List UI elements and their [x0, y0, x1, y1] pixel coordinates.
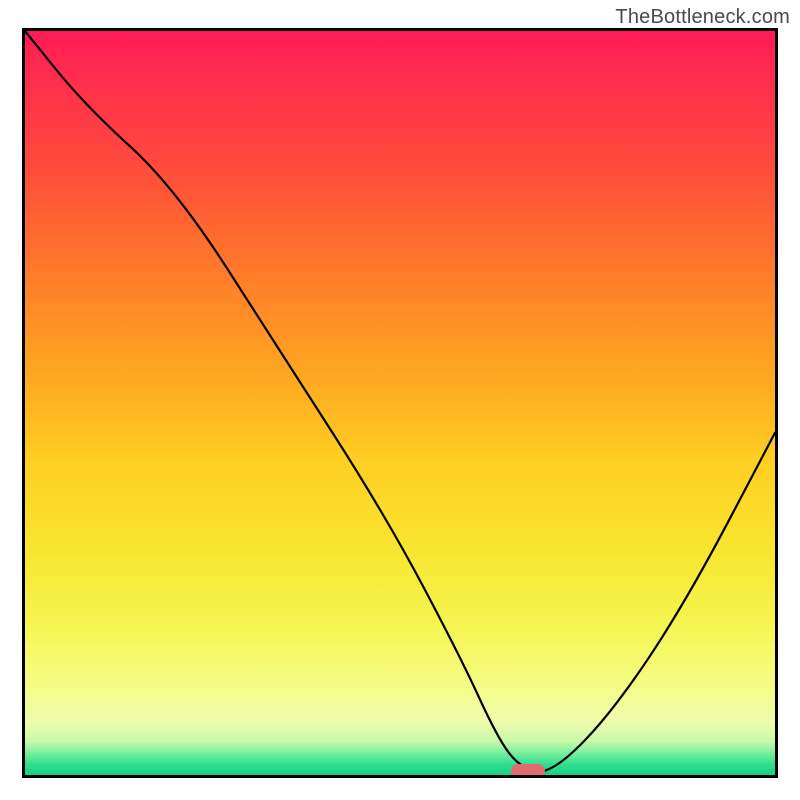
bottleneck-curve — [25, 31, 775, 772]
chart-curve-svg — [25, 31, 775, 775]
optimum-marker — [511, 764, 545, 778]
site-watermark: TheBottleneck.com — [615, 6, 790, 29]
chart-frame — [22, 28, 778, 778]
